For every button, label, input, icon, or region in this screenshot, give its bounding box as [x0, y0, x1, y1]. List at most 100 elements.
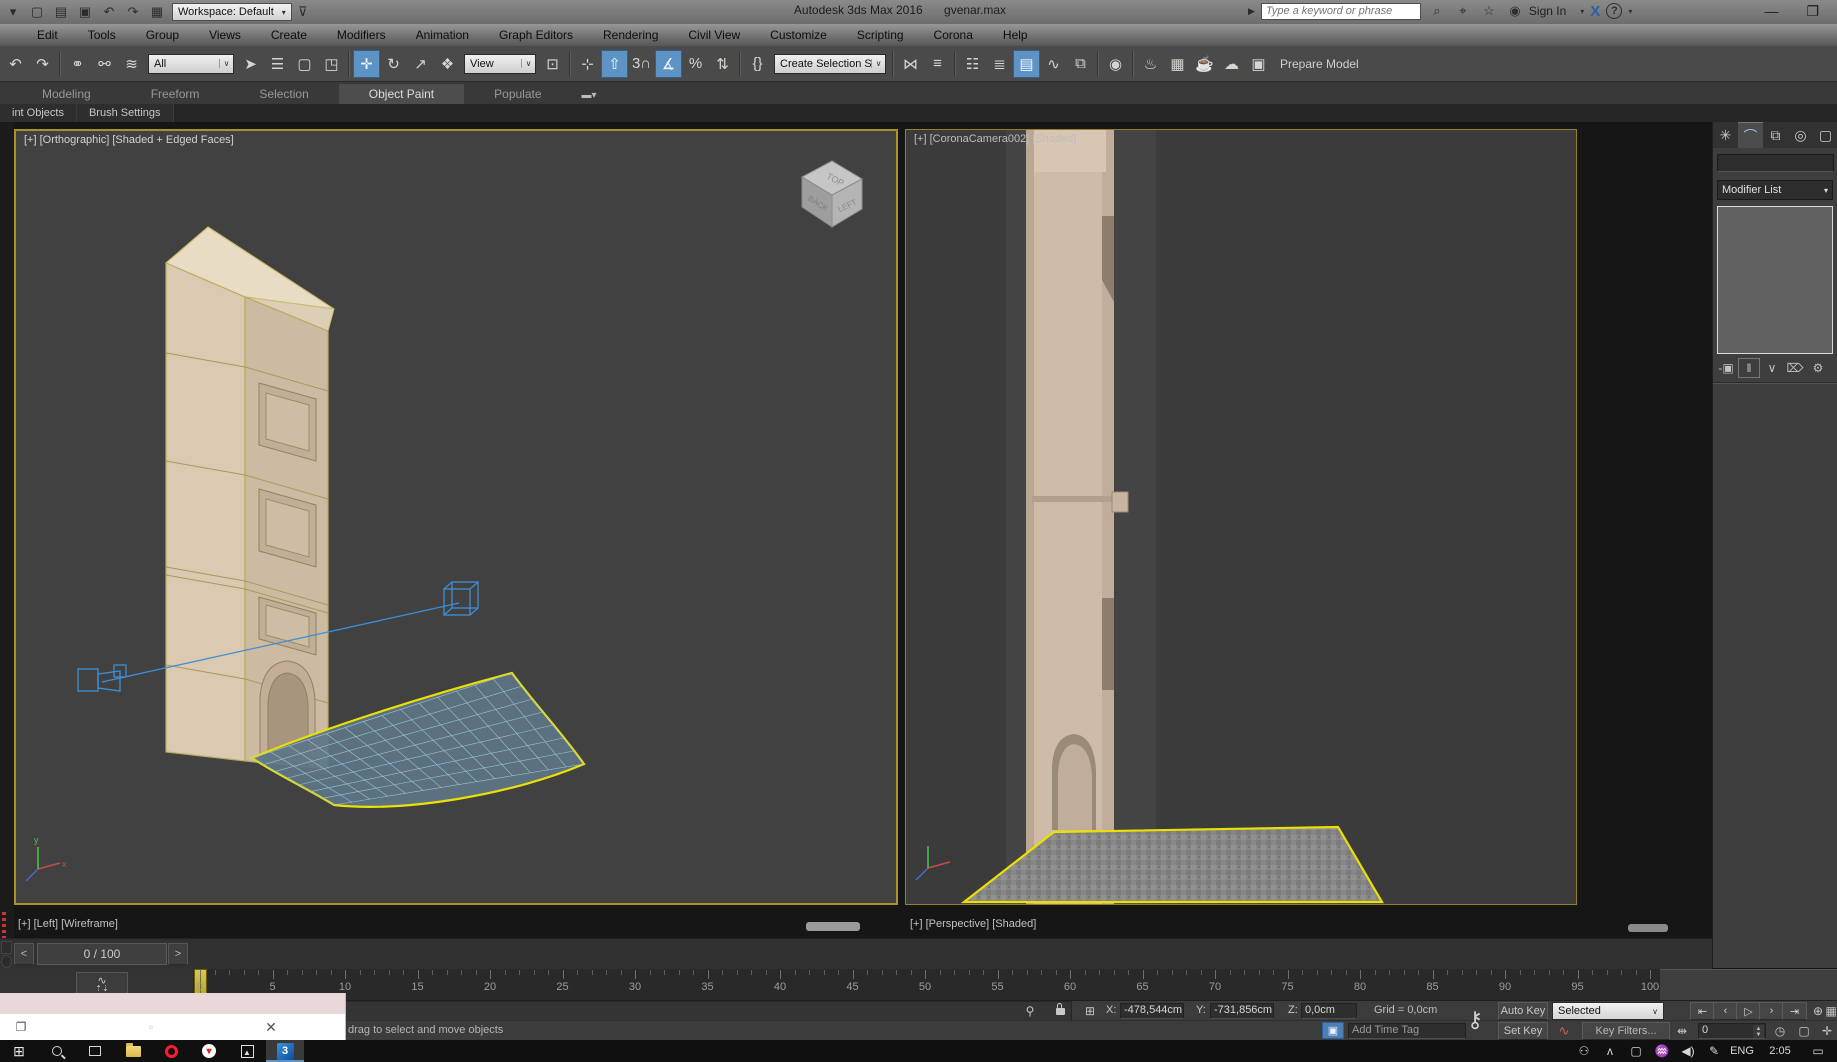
- viewport-label-orthographic[interactable]: [+] [Orthographic] [Shaded + Edged Faces…: [24, 134, 234, 146]
- layer-explorer-icon[interactable]: ≣: [986, 50, 1013, 78]
- snap-toggle-3d-icon[interactable]: 3∩: [628, 50, 655, 78]
- hierarchy-tab[interactable]: ⧉: [1763, 122, 1788, 148]
- motion-tab[interactable]: ◎: [1788, 122, 1813, 148]
- ribbon-tab-modeling[interactable]: Modeling: [12, 84, 121, 104]
- y-coordinate-field[interactable]: -731,856cm: [1210, 1003, 1274, 1019]
- select-and-scale-icon[interactable]: ↗: [407, 50, 434, 78]
- exchange-apps-icon[interactable]: X: [1590, 3, 1600, 20]
- key-filter-dropdown[interactable]: Selected ∨: [1552, 1002, 1664, 1020]
- app-tray-icon[interactable]: ▢: [1623, 1044, 1649, 1058]
- default-tangent-icon[interactable]: ∿: [1552, 1022, 1576, 1040]
- next-frame-button[interactable]: ›: [1759, 1002, 1784, 1020]
- create-tab[interactable]: ✳: [1713, 122, 1738, 148]
- search-icon[interactable]: ⌕: [1427, 2, 1447, 20]
- favorites-star-icon[interactable]: ☆: [1479, 2, 1499, 20]
- volume-icon[interactable]: ◀): [1675, 1044, 1701, 1058]
- new-file-icon[interactable]: ▢: [26, 2, 48, 22]
- named-selection-set-dropdown[interactable]: Create Selection Se∨: [774, 54, 886, 74]
- ribbon-toggle-icon[interactable]: ▤: [1013, 50, 1040, 78]
- network-icon[interactable]: ♒: [1649, 1044, 1675, 1058]
- viewcube[interactable]: TOP BACK LEFT: [792, 149, 870, 229]
- select-by-name-icon[interactable]: ☰: [264, 50, 291, 78]
- current-frame-field[interactable]: 0 ▲▼: [1698, 1023, 1766, 1039]
- viewport-corona-camera[interactable]: [+] [CoronaCamera002] [Shaded]: [905, 129, 1577, 905]
- ribbon-tab-object-paint[interactable]: Object Paint: [339, 84, 464, 104]
- menu-rendering[interactable]: Rendering: [588, 24, 673, 46]
- key-filters-button[interactable]: Key Filters...: [1582, 1022, 1670, 1040]
- set-key-button[interactable]: Set Key: [1498, 1022, 1548, 1040]
- qat-customize-arrow-icon[interactable]: ⊽: [292, 2, 314, 22]
- menu-customize[interactable]: Customize: [755, 24, 842, 46]
- redo-icon[interactable]: ↷: [29, 50, 56, 78]
- menu-civil-view[interactable]: Civil View: [673, 24, 755, 46]
- show-end-result-icon[interactable]: ‖: [1738, 358, 1760, 378]
- time-slider-handle[interactable]: 0 / 100: [37, 943, 167, 965]
- z-coordinate-field[interactable]: 0,0cm: [1301, 1003, 1357, 1019]
- use-pivot-center-icon[interactable]: ⊡: [539, 50, 566, 78]
- language-indicator[interactable]: ENG: [1729, 1045, 1755, 1057]
- project-folder-icon[interactable]: ▦: [146, 2, 168, 22]
- save-file-icon[interactable]: ▣: [74, 2, 96, 22]
- workspace-dropdown[interactable]: Workspace: Default ▾: [172, 3, 292, 21]
- render-production-icon[interactable]: ☕: [1191, 50, 1218, 78]
- reference-coordinate-dropdown[interactable]: View∨: [464, 54, 536, 74]
- menu-graph-editors[interactable]: Graph Editors: [484, 24, 588, 46]
- align-icon[interactable]: ≡: [924, 50, 951, 78]
- overlay-close-icon[interactable]: ✕: [256, 1019, 286, 1036]
- prepare-model-button[interactable]: Prepare Model: [1272, 57, 1367, 71]
- minimize-button[interactable]: —: [1764, 0, 1778, 22]
- ribbon-overflow-dropdown-icon[interactable]: ▬▾: [572, 87, 607, 104]
- menu-help[interactable]: Help: [988, 24, 1043, 46]
- undo-icon[interactable]: ↶: [2, 50, 29, 78]
- 3dsmax-taskbar-button[interactable]: 3: [266, 1040, 304, 1062]
- menu-scripting[interactable]: Scripting: [842, 24, 919, 46]
- task-view-button[interactable]: [76, 1040, 114, 1062]
- help-icon[interactable]: ?: [1606, 3, 1622, 19]
- pan-hand-icon[interactable]: ✛: [1818, 1022, 1836, 1040]
- viewport-label-camera[interactable]: [+] [CoronaCamera002] [Shaded]: [914, 133, 1076, 145]
- display-tab[interactable]: ▢: [1813, 122, 1837, 148]
- overlay-restore-icon[interactable]: ❐: [6, 1020, 36, 1034]
- file-explorer-button[interactable]: [114, 1040, 152, 1062]
- percent-snap-icon[interactable]: %: [682, 50, 709, 78]
- object-name-field[interactable]: [1717, 154, 1834, 172]
- restore-button[interactable]: ❐: [1806, 0, 1819, 22]
- material-editor-icon[interactable]: ◉: [1102, 50, 1129, 78]
- selection-filter-dropdown[interactable]: All∨: [148, 54, 234, 74]
- search-expander-icon[interactable]: ▶: [1248, 6, 1255, 17]
- time-configuration-icon[interactable]: ◷: [1770, 1022, 1790, 1040]
- schematic-view-icon[interactable]: ⧉: [1067, 50, 1094, 78]
- search-input[interactable]: [1261, 3, 1421, 20]
- column-model[interactable]: [1026, 130, 1128, 904]
- render-setup-icon[interactable]: ♨: [1137, 50, 1164, 78]
- menu-views[interactable]: Views: [194, 24, 256, 46]
- people-icon[interactable]: ⚇: [1571, 1044, 1597, 1058]
- clock[interactable]: 2:05: [1757, 1045, 1803, 1057]
- overlay-window[interactable]: ❐ ▫ ✕: [0, 993, 346, 1040]
- start-button[interactable]: ⊞: [0, 1040, 38, 1062]
- select-and-link-icon[interactable]: ⚭: [64, 50, 91, 78]
- select-and-place-icon[interactable]: ⊹: [574, 50, 601, 78]
- go-to-start-button[interactable]: ⇤: [1690, 1002, 1715, 1020]
- modifier-list-dropdown[interactable]: Modifier List ▾: [1717, 180, 1833, 200]
- next-key-button[interactable]: >: [168, 943, 188, 965]
- open-file-icon[interactable]: ▤: [50, 2, 72, 22]
- select-and-rotate-icon[interactable]: ↻: [380, 50, 407, 78]
- menu-edit[interactable]: Edit: [22, 24, 73, 46]
- ribbon-tab-selection[interactable]: Selection: [229, 84, 338, 104]
- menu-animation[interactable]: Animation: [401, 24, 484, 46]
- communication-center-icon[interactable]: ⌖: [1453, 2, 1473, 20]
- scene-explorer-icon[interactable]: ☷: [959, 50, 986, 78]
- redo-icon[interactable]: ↷: [122, 2, 144, 22]
- help-dropdown-icon[interactable]: ▾: [1628, 7, 1632, 16]
- rendered-frame-window-icon[interactable]: ▦: [1164, 50, 1191, 78]
- keyboard-override-icon[interactable]: ⇧: [601, 50, 628, 78]
- go-to-end-button[interactable]: ⇥: [1782, 1002, 1807, 1020]
- spinner-arrows-icon[interactable]: ▲▼: [1753, 1025, 1764, 1039]
- edge-button[interactable]: [1, 955, 12, 968]
- viewport-scrollbar[interactable]: [806, 922, 860, 931]
- menu-corona[interactable]: Corona: [919, 24, 988, 46]
- ribbon-tab-populate[interactable]: Populate: [464, 84, 571, 104]
- transform-type-in-icon[interactable]: ⊞: [1078, 1002, 1102, 1020]
- sign-in-button[interactable]: ◉ Sign In ▾: [1505, 2, 1584, 20]
